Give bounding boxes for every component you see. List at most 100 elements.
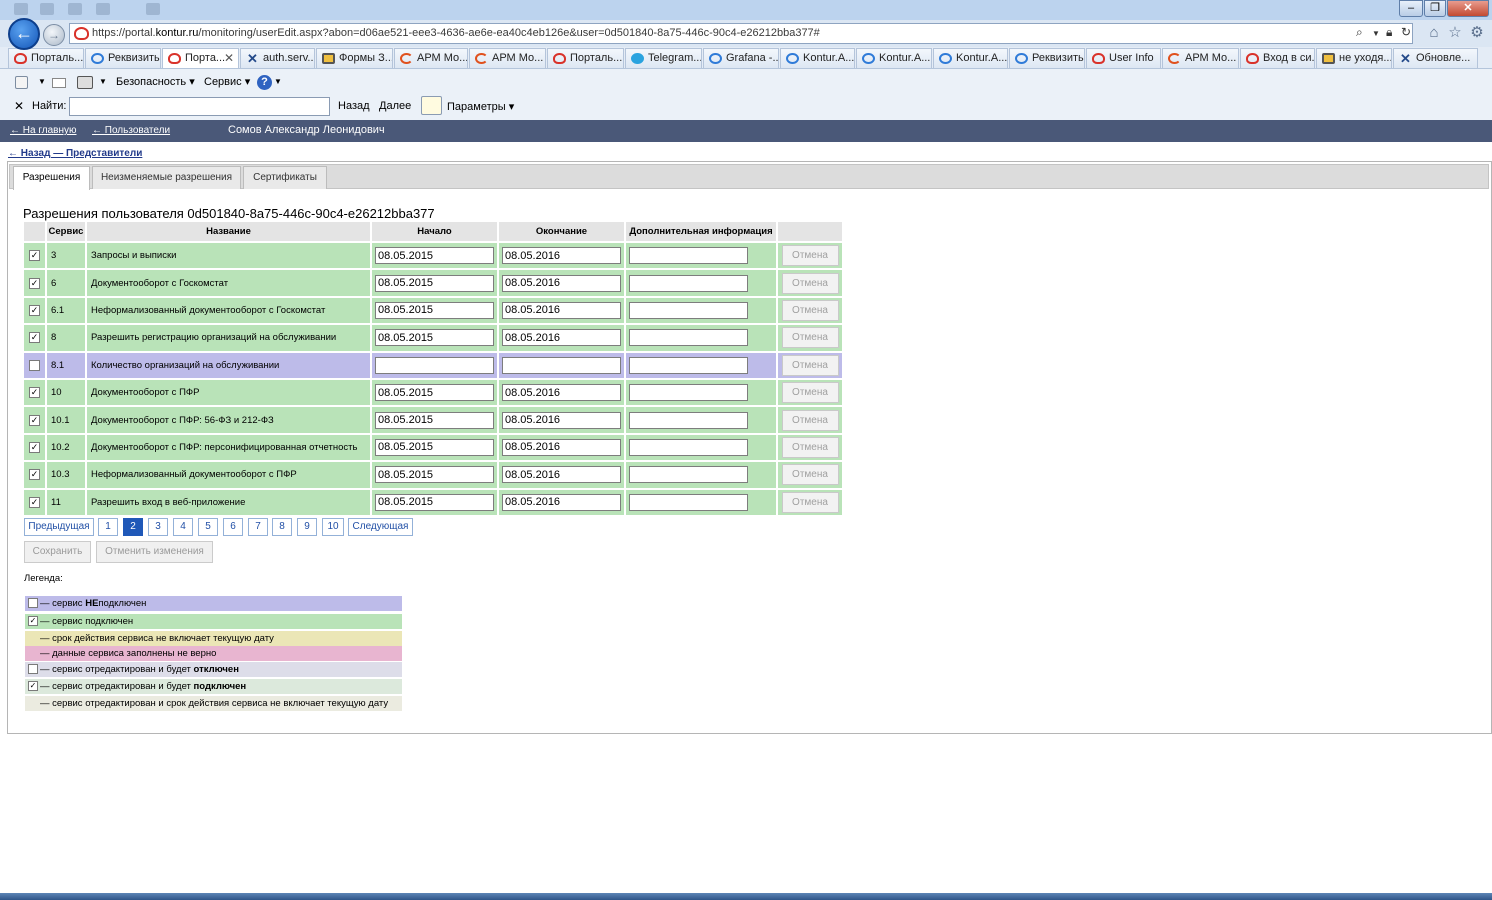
end-date-input[interactable] xyxy=(502,329,621,347)
start-date-input[interactable] xyxy=(375,438,494,456)
find-input[interactable] xyxy=(69,97,330,116)
service-checkbox[interactable] xyxy=(29,359,40,371)
cancel-button[interactable]: Отмена xyxy=(781,409,839,431)
end-date-input[interactable] xyxy=(502,438,621,456)
home-link[interactable]: ← На главную xyxy=(10,125,77,136)
cancel-button[interactable]: Отмена xyxy=(781,245,839,267)
address-bar[interactable]: https://portal.kontur.ru/monitoring/user… xyxy=(69,23,1413,44)
back-representatives-link[interactable]: ← Назад — Представители xyxy=(8,148,142,159)
start-date-input[interactable] xyxy=(375,411,494,429)
browser-tab[interactable]: Порталь... xyxy=(547,48,624,68)
browser-tab[interactable]: Реквизиты xyxy=(85,48,161,68)
cancel-button[interactable]: Отмена xyxy=(781,464,839,486)
search-icon[interactable]: ⌕ xyxy=(1356,25,1363,40)
close-find-icon[interactable]: ✕ xyxy=(14,99,24,113)
options-pencil-icon[interactable] xyxy=(421,96,442,115)
users-link[interactable]: ← Пользователи xyxy=(92,125,170,136)
undo-changes-button[interactable]: Отменить изменения xyxy=(96,541,213,563)
end-date-input[interactable] xyxy=(502,356,621,374)
end-date-input[interactable] xyxy=(502,384,621,402)
browser-tab[interactable]: Kontur.A... xyxy=(780,48,855,68)
back-arrow-icon[interactable]: ← xyxy=(8,18,40,50)
browser-tab[interactable]: не уходя... xyxy=(1316,48,1392,68)
lock-icon[interactable]: 🔒︎ xyxy=(1386,25,1392,40)
home-icon[interactable]: ⌂ xyxy=(1425,24,1443,42)
next-page-button[interactable]: Следующая xyxy=(348,518,413,536)
start-date-input[interactable] xyxy=(375,301,494,319)
cancel-button[interactable]: Отмена xyxy=(781,354,839,376)
additional-info-input[interactable] xyxy=(629,301,748,319)
start-date-input[interactable] xyxy=(375,356,494,374)
dropdown-arrow-icon[interactable]: ▼ xyxy=(274,77,282,86)
browser-tab[interactable]: АРМ Мо... xyxy=(394,48,468,68)
service-checkbox[interactable]: ✓ xyxy=(29,332,40,344)
find-options-menu[interactable]: Параметры ▾ xyxy=(447,100,514,113)
minimize-button[interactable]: – xyxy=(1399,0,1423,17)
browser-tab[interactable]: Kontur.A... xyxy=(856,48,932,68)
start-date-input[interactable] xyxy=(375,329,494,347)
browser-tab[interactable]: АРМ Мо... xyxy=(1162,48,1239,68)
additional-info-input[interactable] xyxy=(629,247,748,265)
help-icon[interactable]: ? xyxy=(257,75,272,90)
browser-tab[interactable]: ✕ auth.serv... xyxy=(240,48,315,68)
settings-gear-icon[interactable]: ⚙ xyxy=(1468,24,1486,42)
page-number-button[interactable]: 3 xyxy=(148,518,168,536)
page-number-button[interactable]: 9 xyxy=(297,518,317,536)
browser-tab[interactable]: Порта... ✕ xyxy=(162,48,239,68)
end-date-input[interactable] xyxy=(502,411,621,429)
service-menu[interactable]: Сервис ▾ xyxy=(204,75,250,88)
end-date-input[interactable] xyxy=(502,247,621,265)
additional-info-input[interactable] xyxy=(629,329,748,347)
cancel-button[interactable]: Отмена xyxy=(781,491,839,513)
page-number-button[interactable]: 10 xyxy=(322,518,344,536)
page-number-button[interactable]: 2 xyxy=(123,518,143,536)
service-checkbox[interactable]: ✓ xyxy=(29,441,40,453)
browser-tab[interactable]: Вход в си... xyxy=(1240,48,1315,68)
page-number-button[interactable]: 1 xyxy=(98,518,118,536)
refresh-icon[interactable]: ↻ xyxy=(1401,25,1411,39)
end-date-input[interactable] xyxy=(502,466,621,484)
browser-tab[interactable]: ✕ Обновле... xyxy=(1393,48,1478,68)
service-checkbox[interactable]: ✓ xyxy=(29,496,40,508)
save-button[interactable]: Сохранить xyxy=(24,541,91,563)
start-date-input[interactable] xyxy=(375,384,494,402)
cancel-button[interactable]: Отмена xyxy=(781,327,839,349)
cancel-button[interactable]: Отмена xyxy=(781,436,839,458)
prev-page-button[interactable]: Предыдущая xyxy=(24,518,94,536)
additional-info-input[interactable] xyxy=(629,384,748,402)
service-checkbox[interactable]: ✓ xyxy=(29,469,40,481)
service-checkbox[interactable]: ✓ xyxy=(29,414,40,426)
dropdown-arrow-icon[interactable]: ▼ xyxy=(99,77,107,86)
dropdown-arrow-icon[interactable]: ▼ xyxy=(38,77,46,86)
service-checkbox[interactable]: ✓ xyxy=(29,250,40,262)
browser-tab[interactable]: Формы З... xyxy=(316,48,393,68)
security-menu[interactable]: Безопасность ▾ xyxy=(116,75,195,88)
tab-fixed-permissions[interactable]: Неизменяемые разрешения xyxy=(92,166,241,189)
browser-tab[interactable]: Telegram... xyxy=(625,48,702,68)
browser-tab[interactable]: User Info xyxy=(1086,48,1161,68)
favorites-star-icon[interactable]: ☆ xyxy=(1446,24,1464,42)
dropdown-arrow-icon[interactable]: ▼ xyxy=(1372,29,1380,38)
cancel-button[interactable]: Отмена xyxy=(781,382,839,404)
page-number-button[interactable]: 7 xyxy=(248,518,268,536)
browser-tab[interactable]: Grafana -... xyxy=(703,48,779,68)
start-date-input[interactable] xyxy=(375,493,494,511)
start-date-input[interactable] xyxy=(375,274,494,292)
additional-info-input[interactable] xyxy=(629,411,748,429)
page-number-button[interactable]: 5 xyxy=(198,518,218,536)
browser-tab[interactable]: Порталь... xyxy=(8,48,84,68)
tab-certificates[interactable]: Сертификаты xyxy=(243,166,327,189)
end-date-input[interactable] xyxy=(502,493,621,511)
cancel-button[interactable]: Отмена xyxy=(781,272,839,294)
page-number-button[interactable]: 8 xyxy=(272,518,292,536)
additional-info-input[interactable] xyxy=(629,356,748,374)
page-number-button[interactable]: 4 xyxy=(173,518,193,536)
rss-feed-icon[interactable] xyxy=(15,76,28,89)
find-next-button[interactable]: Далее xyxy=(379,100,411,112)
service-checkbox[interactable]: ✓ xyxy=(29,387,40,399)
print-icon[interactable] xyxy=(77,76,93,89)
mail-icon[interactable] xyxy=(52,78,66,88)
additional-info-input[interactable] xyxy=(629,274,748,292)
browser-tab[interactable]: Kontur.A... xyxy=(933,48,1008,68)
tab-permissions[interactable]: Разрешения xyxy=(13,166,90,190)
